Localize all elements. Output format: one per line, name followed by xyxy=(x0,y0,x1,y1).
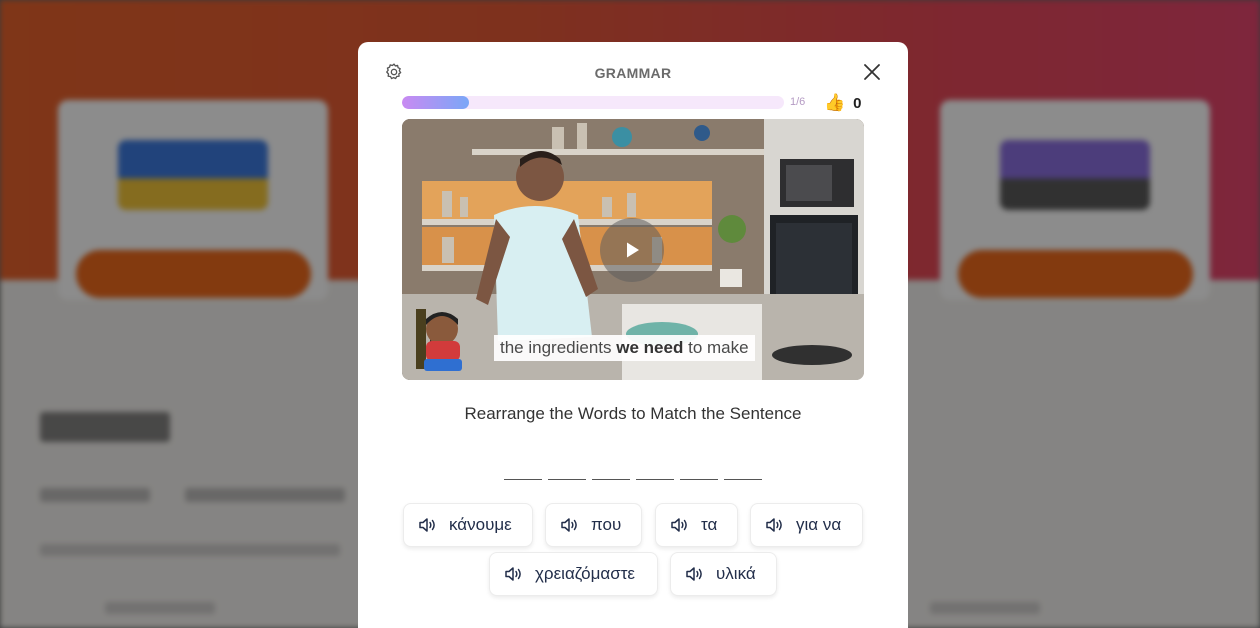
grammar-modal: GRAMMAR 1/6 👍 0 the ingredients we need … xyxy=(358,42,908,628)
answer-slot[interactable] xyxy=(724,462,762,480)
word-label: κάνουμε xyxy=(449,515,512,534)
answer-slot[interactable] xyxy=(680,462,718,480)
word-label: για να xyxy=(796,515,842,534)
word-label: χρειαζόμαστε xyxy=(535,564,635,583)
word-tile[interactable]: κάνουμε xyxy=(403,503,533,547)
close-button[interactable] xyxy=(862,62,882,82)
word-label: τα xyxy=(701,515,718,534)
word-label: υλικά xyxy=(716,564,756,583)
subtitle-text: the ingredients xyxy=(500,338,612,357)
likes-count: 0 xyxy=(853,94,862,112)
answer-slot[interactable] xyxy=(636,462,674,480)
answer-slot[interactable] xyxy=(592,462,630,480)
speaker-icon[interactable] xyxy=(503,564,523,584)
speaker-icon[interactable] xyxy=(669,515,689,535)
exercise-instruction: Rearrange the Words to Match the Sentenc… xyxy=(464,404,802,423)
word-label: που xyxy=(591,515,622,534)
video-player[interactable]: the ingredients we need to make xyxy=(402,119,864,380)
progress-fill xyxy=(402,96,470,109)
progress-bar xyxy=(402,96,784,109)
channel-logo xyxy=(418,305,468,375)
word-tile[interactable]: τα xyxy=(655,503,738,547)
modal-title: GRAMMAR xyxy=(594,65,672,81)
play-button[interactable] xyxy=(600,218,664,282)
answer-slots xyxy=(504,462,762,480)
word-tile[interactable]: που xyxy=(545,503,642,547)
thumbs-up-icon: 👍 xyxy=(824,93,846,112)
word-tile[interactable]: υλικά xyxy=(670,552,777,596)
speaker-icon[interactable] xyxy=(684,564,704,584)
progress-label: 1/6 xyxy=(790,96,806,108)
word-tile[interactable]: για να xyxy=(750,503,863,547)
speaker-icon[interactable] xyxy=(417,515,437,535)
play-icon xyxy=(627,242,639,258)
subtitle-text: to make xyxy=(688,338,749,357)
speaker-icon[interactable] xyxy=(764,515,784,535)
video-subtitle: the ingredients we need to make xyxy=(494,335,755,361)
answer-slot[interactable] xyxy=(504,462,542,480)
close-icon xyxy=(864,64,880,80)
likes-counter: 👍 0 xyxy=(824,93,862,113)
speaker-icon[interactable] xyxy=(559,515,579,535)
subtitle-highlight: we need xyxy=(616,338,684,357)
answer-slot[interactable] xyxy=(548,462,586,480)
word-tile[interactable]: χρειαζόμαστε xyxy=(489,552,658,596)
